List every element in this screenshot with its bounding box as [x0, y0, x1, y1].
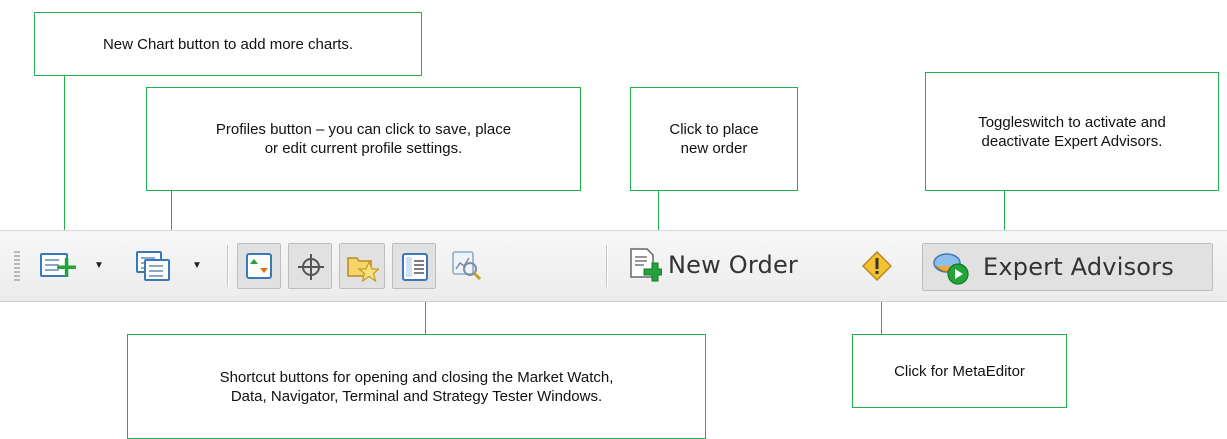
new-chart-callout: New Chart button to add more charts. [34, 12, 422, 76]
profiles-callout-text: Profiles button – you can click to save,… [215, 121, 512, 157]
separator [606, 245, 607, 287]
market-watch-button[interactable] [237, 243, 281, 289]
crosshair-icon [298, 254, 324, 280]
metaeditor-button[interactable] [852, 245, 902, 287]
new-chart-button[interactable]: + ▼ [34, 245, 120, 287]
profiles-icon-back [144, 259, 170, 281]
shortcuts-leader [425, 300, 426, 334]
expert-advisors-callout: Toggleswitch to activate and deactivate … [925, 72, 1219, 191]
toolbar: + ▼ ▼ New Order Expert Advisors [0, 230, 1227, 302]
new-order-icon [630, 248, 662, 282]
expert-advisors-leader [1004, 191, 1005, 230]
expert-advisors-callout-text: Toggleswitch to activate and deactivate … [978, 113, 1166, 150]
toolbar-grip[interactable] [14, 251, 20, 281]
expert-advisors-button[interactable]: Expert Advisors [922, 243, 1213, 291]
metaeditor-leader [881, 300, 882, 334]
expert-advisors-label: Expert Advisors [983, 253, 1174, 281]
navigator-icon [347, 257, 379, 282]
strategy-tester-button[interactable] [444, 243, 488, 289]
plus-icon: + [54, 250, 80, 285]
profiles-button[interactable]: ▼ [130, 245, 214, 287]
profiles-leader [171, 191, 172, 230]
metaeditor-icon [862, 251, 892, 281]
shortcuts-callout: Shortcut buttons for opening and closing… [127, 334, 706, 439]
new-order-label: New Order [668, 251, 798, 279]
terminal-button[interactable] [392, 243, 436, 289]
expert-advisors-icon [933, 253, 969, 285]
profiles-callout: Profiles button – you can click to save,… [146, 87, 581, 191]
metaeditor-callout-text: Click for MetaEditor [894, 362, 1025, 380]
metaeditor-callout: Click for MetaEditor [852, 334, 1067, 408]
market-watch-icon [246, 253, 272, 279]
new-order-callout-text: Click to place new order [669, 121, 759, 157]
data-window-button[interactable] [288, 243, 332, 289]
new-chart-callout-text: New Chart button to add more charts. [102, 35, 354, 53]
navigator-button[interactable] [339, 243, 385, 289]
strategy-tester-icon [452, 251, 482, 281]
chevron-down-icon[interactable]: ▼ [192, 260, 202, 271]
terminal-icon [402, 253, 428, 281]
chevron-down-icon[interactable]: ▼ [94, 260, 104, 271]
new-chart-leader [64, 76, 65, 230]
separator [227, 245, 228, 287]
shortcuts-callout-text: Shortcut buttons for opening and closing… [219, 368, 614, 405]
new-order-leader [658, 191, 659, 230]
new-order-button[interactable]: New Order [622, 243, 844, 289]
new-order-callout: Click to place new order [630, 87, 798, 191]
